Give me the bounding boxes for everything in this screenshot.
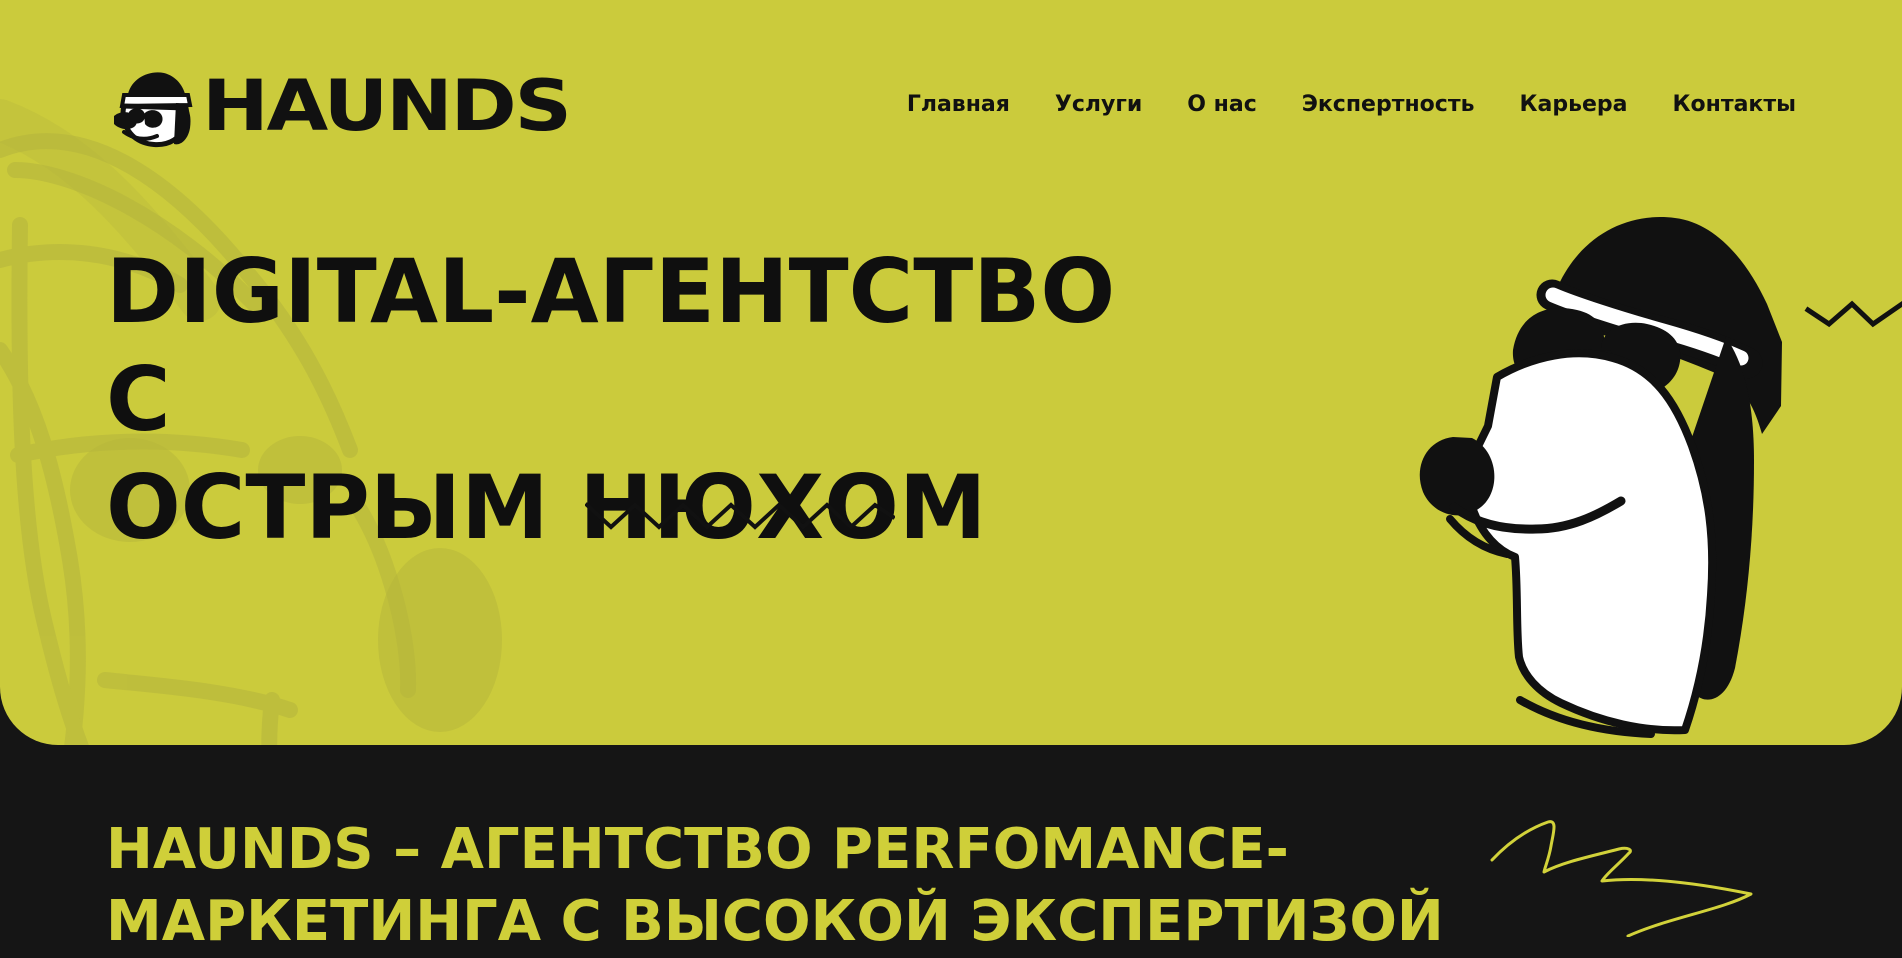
zigzag-line-icon — [585, 502, 895, 530]
brand-name: HAUNDS — [202, 65, 572, 147]
main-navigation: Главная Услуги О нас Экспертность Карьер… — [907, 91, 1796, 119]
about-title-line-2: МАРКЕТИНГА С ВЫСОКОЙ ЭКСПЕРТИЗОЙ — [106, 889, 1444, 954]
about-title: HAUNDS – АГЕНТСТВО PERFOMANCE- МАРКЕТИНГ… — [106, 814, 1444, 958]
nav-item-contacts[interactable]: Контакты — [1673, 91, 1796, 119]
nav-item-expertise[interactable]: Экспертность — [1302, 91, 1475, 119]
nav-item-home[interactable]: Главная — [907, 91, 1010, 119]
brand-logo[interactable]: HAUNDS — [106, 62, 572, 150]
hero-title-line-1: DIGITAL-АГЕНТСТВО С — [106, 240, 1116, 451]
nav-item-about[interactable]: О нас — [1187, 91, 1256, 119]
hero-section: HAUNDS Главная Услуги О нас Экспертность… — [0, 0, 1902, 745]
scribble-line-icon — [1490, 820, 1753, 937]
about-title-line-1: HAUNDS – АГЕНТСТВО PERFOMANCE- — [106, 817, 1289, 882]
nav-item-career[interactable]: Карьера — [1520, 91, 1628, 119]
dog-with-sunglasses-illustration — [1419, 217, 1902, 738]
dog-in-beanie-logo-icon — [114, 72, 193, 147]
nav-item-services[interactable]: Услуги — [1055, 91, 1142, 119]
